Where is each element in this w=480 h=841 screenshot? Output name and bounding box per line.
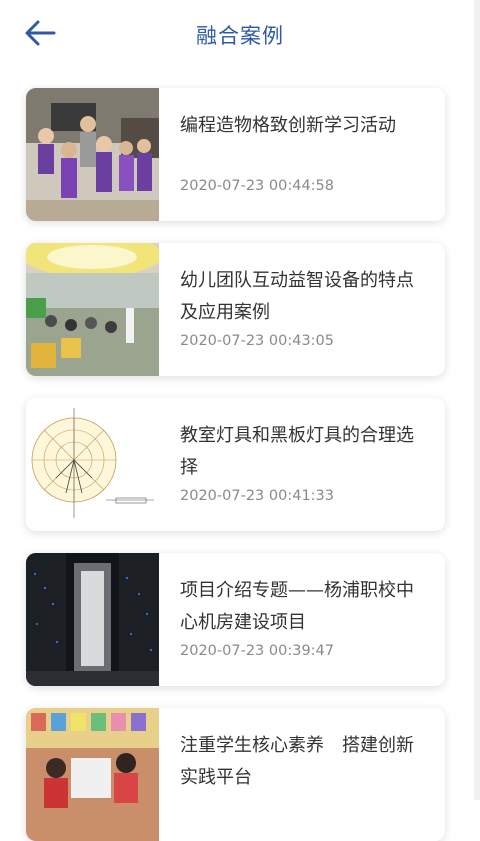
scrollbar[interactable] — [474, 0, 480, 800]
page-title: 融合案例 — [196, 24, 284, 48]
case-title: 项目介绍专题——杨浦职校中心机房建设项目 — [180, 580, 414, 633]
case-card[interactable]: 教室灯具和黑板灯具的合理选择 2020-07-23 00:41:33 — [26, 398, 445, 531]
case-card[interactable]: 注重学生核心素养 搭建创新实践平台 — [26, 708, 445, 841]
case-date: 2020-07-23 00:41:33 — [180, 488, 334, 504]
case-thumbnail — [26, 243, 159, 376]
case-title: 编程造物格致创新学习活动 — [180, 115, 396, 136]
case-title: 幼儿团队互动益智设备的特点及应用案例 — [180, 270, 414, 323]
case-card[interactable]: 幼儿团队互动益智设备的特点及应用案例 2020-07-23 00:43:05 — [26, 243, 445, 376]
case-thumbnail — [26, 88, 159, 221]
case-title: 教室灯具和黑板灯具的合理选择 — [180, 425, 414, 478]
case-date: 2020-07-23 00:39:47 — [180, 643, 334, 659]
case-thumbnail — [26, 398, 159, 531]
case-date: 2020-07-23 00:44:58 — [180, 178, 334, 194]
case-card[interactable]: 编程造物格致创新学习活动 2020-07-23 00:44:58 — [26, 88, 445, 221]
case-title: 注重学生核心素养 搭建创新实践平台 — [180, 735, 414, 788]
case-card[interactable]: 项目介绍专题——杨浦职校中心机房建设项目 2020-07-23 00:39:47 — [26, 553, 445, 686]
case-thumbnail — [26, 708, 159, 841]
case-date: 2020-07-23 00:43:05 — [180, 333, 334, 349]
case-thumbnail — [26, 553, 159, 686]
top-bar: 融合案例 — [0, 0, 480, 70]
